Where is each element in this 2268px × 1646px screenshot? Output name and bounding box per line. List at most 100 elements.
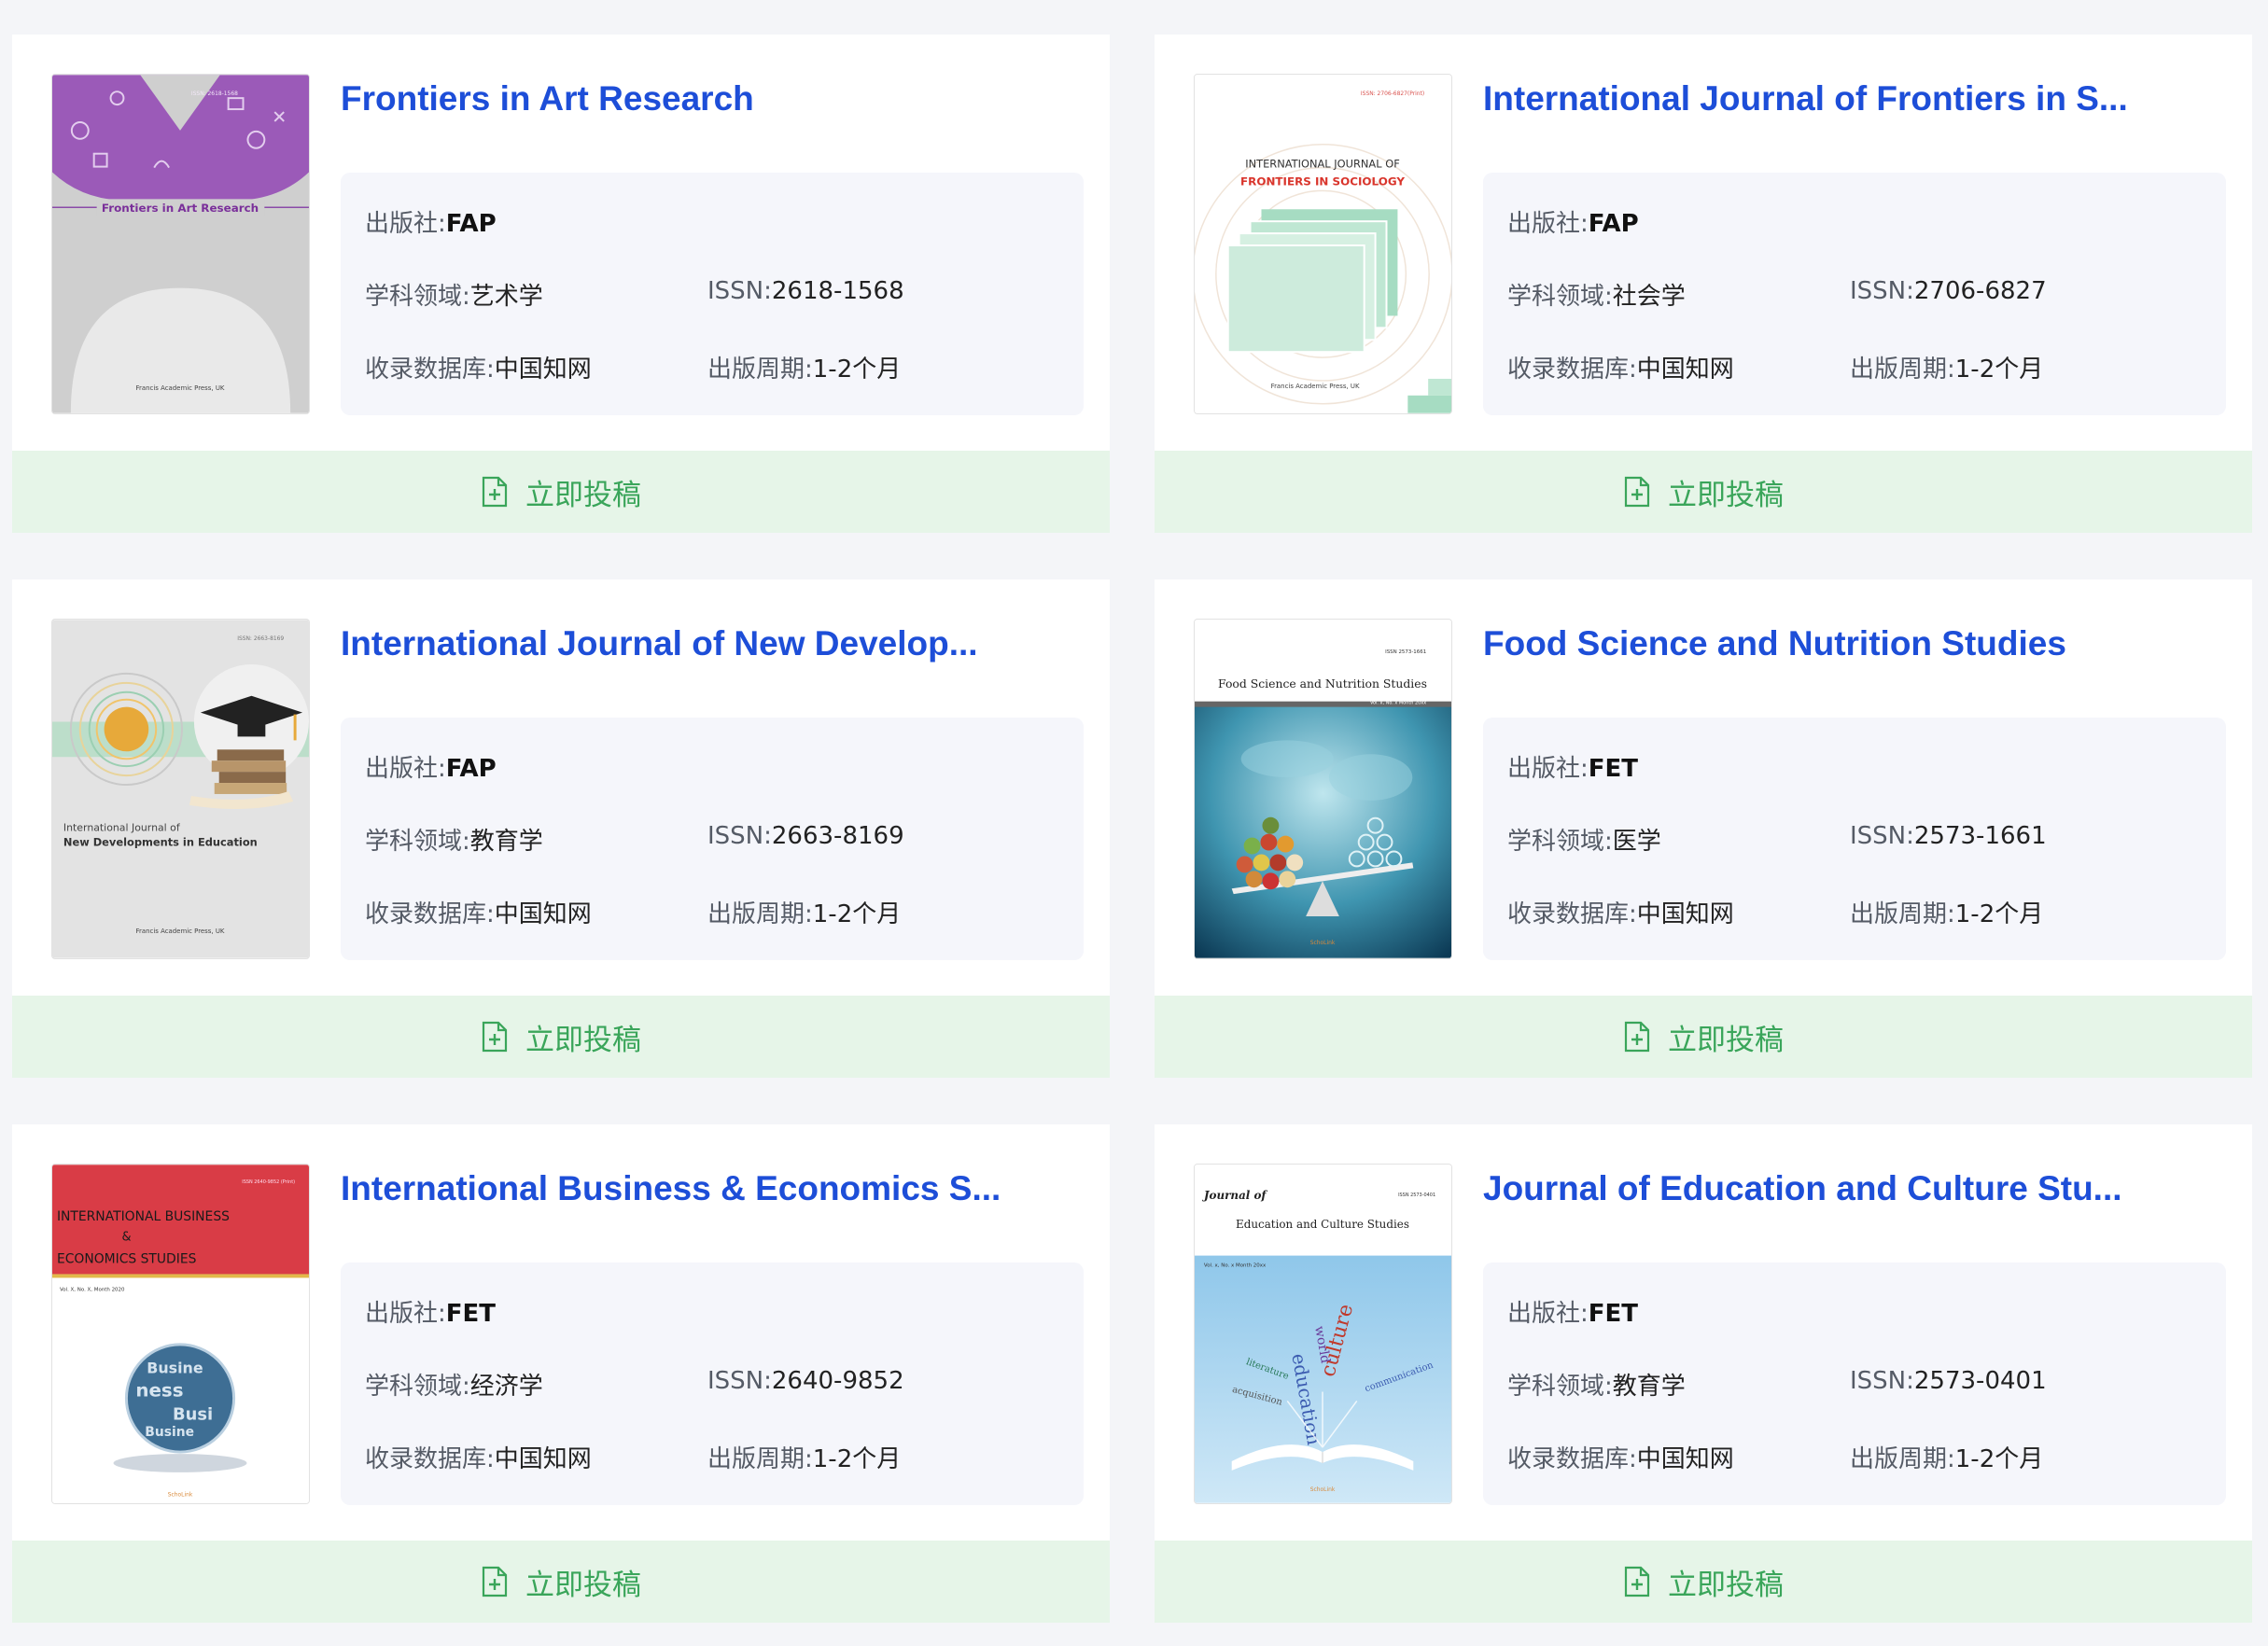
- submit-label: 立即投稿: [1668, 1023, 1784, 1057]
- journal-card: ISSN 2640-9852 (Print) INTERNATIONAL BUS…: [12, 1124, 1110, 1623]
- publisher-value: FAP: [445, 755, 497, 783]
- svg-text:ISSN 2573-1661: ISSN 2573-1661: [1385, 649, 1426, 655]
- cover-title: Food Science and Nutrition Studies: [1218, 677, 1427, 690]
- journal-cover-image[interactable]: ISSN: 2706-6827(Print) INTERNATIONAL JOU…: [1194, 74, 1452, 414]
- database-row: 收录数据库:中国知网: [1507, 900, 1734, 928]
- submit-manuscript-button[interactable]: 立即投稿: [12, 451, 1110, 533]
- journal-title-link[interactable]: International Journal of Frontiers in S.…: [1483, 79, 2211, 119]
- issn-value: 2706-6827: [1913, 277, 2047, 305]
- field-row: 学科领域:社会学: [1507, 283, 1686, 311]
- database-value: 中国知网: [1636, 356, 1734, 384]
- document-add-icon: [1624, 476, 1650, 508]
- field-row: 学科领域:教育学: [1507, 1373, 1686, 1401]
- field-value: 艺术学: [469, 283, 543, 311]
- submit-label: 立即投稿: [525, 478, 641, 512]
- cover-title-line2: New Developments in Education: [63, 836, 258, 849]
- publisher-value: FAP: [445, 210, 497, 238]
- issn-value: 2573-1661: [1913, 822, 2047, 850]
- journal-card: ISSN: 2663-8169 International Journal of…: [12, 579, 1110, 1078]
- database-row: 收录数据库:中国知网: [1507, 356, 1734, 384]
- database-row: 收录数据库:中国知网: [1507, 1445, 1734, 1473]
- issn-row: ISSN:2706-6827: [1850, 277, 2047, 305]
- submit-label: 立即投稿: [525, 1568, 641, 1602]
- publisher-row: 出版社:FET: [1507, 1300, 1639, 1328]
- field-row: 学科领域:教育学: [365, 828, 543, 856]
- journal-info-panel: 出版社:FET 学科领域:经济学 ISSN:2640-9852 收录数据库:中国…: [341, 1262, 1084, 1505]
- cycle-row: 出版周期:1-2个月: [707, 1445, 902, 1473]
- field-row: 学科领域:医学: [1507, 828, 1661, 856]
- svg-text:Busi: Busi: [173, 1404, 213, 1424]
- journal-cover-image[interactable]: ISSN 2640-9852 (Print) INTERNATIONAL BUS…: [51, 1164, 310, 1504]
- journal-title-link[interactable]: International Journal of New Develop...: [341, 624, 1069, 663]
- cycle-row: 出版周期:1-2个月: [1850, 1445, 2044, 1473]
- submit-label: 立即投稿: [525, 1023, 641, 1057]
- document-add-icon: [1624, 1566, 1650, 1597]
- field-value: 教育学: [469, 828, 543, 856]
- publisher-value: FET: [1588, 1300, 1639, 1328]
- publisher-value: FAP: [1588, 210, 1639, 238]
- submit-manuscript-button[interactable]: 立即投稿: [1155, 996, 2252, 1078]
- cover-issue: Vol. X, No. X, Month 2020: [60, 1287, 125, 1292]
- database-row: 收录数据库:中国知网: [365, 900, 592, 928]
- cover-title-line2: FRONTIERS IN SOCIOLOGY: [1240, 174, 1405, 188]
- cover-title-line1: INTERNATIONAL BUSINESS: [57, 1209, 230, 1224]
- cover-publisher: Francis Academic Press, UK: [1271, 383, 1360, 390]
- submit-manuscript-button[interactable]: 立即投稿: [12, 996, 1110, 1078]
- cover-title-line3: ECONOMICS STUDIES: [57, 1252, 197, 1267]
- cycle-row: 出版周期:1-2个月: [707, 900, 902, 928]
- cover-title-line1: INTERNATIONAL JOURNAL OF: [1245, 158, 1400, 171]
- publisher-row: 出版社:FAP: [365, 755, 497, 783]
- submit-manuscript-button[interactable]: 立即投稿: [1155, 1541, 2252, 1623]
- field-row: 学科领域:艺术学: [365, 283, 543, 311]
- database-value: 中国知网: [494, 900, 592, 928]
- svg-text:ISSN 2573-0401: ISSN 2573-0401: [1398, 1193, 1435, 1198]
- cycle-value: 1-2个月: [812, 356, 902, 384]
- cover-publisher: Francis Academic Press, UK: [136, 384, 225, 392]
- submit-label: 立即投稿: [1668, 478, 1784, 512]
- cover-title-line1: International Journal of: [63, 822, 181, 834]
- database-value: 中国知网: [494, 1445, 592, 1473]
- submit-label: 立即投稿: [1668, 1568, 1784, 1602]
- journal-title-link[interactable]: Frontiers in Art Research: [341, 79, 1069, 119]
- cover-issue: Vol. x, No. x Month 20xx: [1370, 701, 1426, 706]
- cover-title: Frontiers in Art Research: [102, 202, 259, 215]
- journal-info-panel: 出版社:FAP 学科领域:教育学 ISSN:2663-8169 收录数据库:中国…: [341, 718, 1084, 960]
- issn-row: ISSN:2640-9852: [707, 1367, 904, 1395]
- journal-title-link[interactable]: Journal of Education and Culture Stu...: [1483, 1169, 2211, 1208]
- database-value: 中国知网: [1636, 1445, 1734, 1473]
- journal-info-panel: 出版社:FET 学科领域:教育学 ISSN:2573-0401 收录数据库:中国…: [1483, 1262, 2226, 1505]
- cover-title-script: Journal of: [1202, 1189, 1267, 1202]
- database-row: 收录数据库:中国知网: [365, 1445, 592, 1473]
- svg-text:ness: ness: [135, 1380, 183, 1402]
- issn-value: 2618-1568: [771, 277, 904, 305]
- issn-row: ISSN:2573-1661: [1850, 822, 2047, 850]
- database-value: 中国知网: [494, 356, 592, 384]
- journal-info-panel: 出版社:FAP 学科领域:社会学 ISSN:2706-6827 收录数据库:中国…: [1483, 173, 2226, 415]
- publisher-value: FET: [1588, 755, 1639, 783]
- journal-title-link[interactable]: International Business & Economics S...: [341, 1169, 1069, 1208]
- issn-row: ISSN:2663-8169: [707, 822, 904, 850]
- cover-brand: SchoLink: [168, 1492, 193, 1499]
- journal-cover-image[interactable]: Journal of ISSN 2573-0401 Education and …: [1194, 1164, 1452, 1504]
- issn-row: ISSN:2618-1568: [707, 277, 904, 305]
- cycle-value: 1-2个月: [812, 900, 902, 928]
- svg-text:ISSN 2640-9852 (Print): ISSN 2640-9852 (Print): [242, 1179, 295, 1185]
- cycle-value: 1-2个月: [1954, 900, 2044, 928]
- svg-text:Busine: Busine: [147, 1360, 203, 1377]
- document-add-icon: [482, 1021, 508, 1053]
- cycle-row: 出版周期:1-2个月: [707, 356, 902, 384]
- journal-cover-image[interactable]: ISSN 2573-1661 Food Science and Nutritio…: [1194, 619, 1452, 959]
- submit-manuscript-button[interactable]: 立即投稿: [12, 1541, 1110, 1623]
- journal-cover-image[interactable]: ISSN: 2663-8169 International Journal of…: [51, 619, 310, 959]
- submit-manuscript-button[interactable]: 立即投稿: [1155, 451, 2252, 533]
- field-value: 教育学: [1612, 1373, 1686, 1401]
- cycle-value: 1-2个月: [1954, 1445, 2044, 1473]
- journal-info-panel: 出版社:FAP 学科领域:艺术学 ISSN:2618-1568 收录数据库:中国…: [341, 173, 1084, 415]
- publisher-value: FET: [445, 1300, 497, 1328]
- journal-card: ISSN 2573-1661 Food Science and Nutritio…: [1155, 579, 2252, 1078]
- cycle-row: 出版周期:1-2个月: [1850, 900, 2044, 928]
- cycle-row: 出版周期:1-2个月: [1850, 356, 2044, 384]
- cover-issn: ISSN: 2706-6827(Print): [1361, 91, 1424, 97]
- journal-title-link[interactable]: Food Science and Nutrition Studies: [1483, 624, 2211, 663]
- journal-cover-image[interactable]: ISSN: 2618-1568 Frontiers in Art Researc…: [51, 74, 310, 414]
